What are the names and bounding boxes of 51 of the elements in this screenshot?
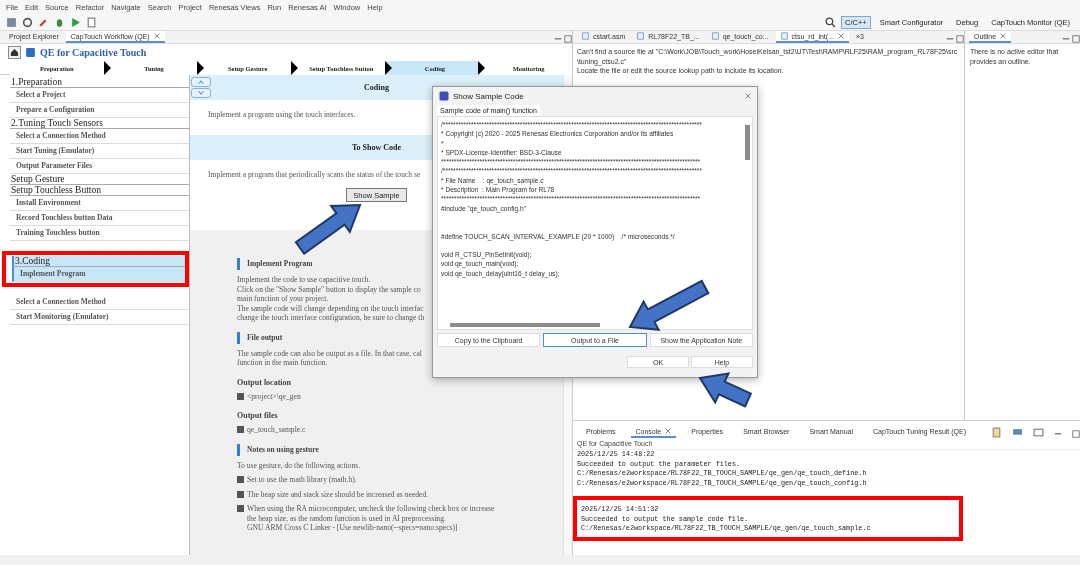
chevron-up-icon [197,79,205,85]
touch-app-icon [25,47,36,58]
sidebar-section[interactable]: 1.Preparation [10,77,189,88]
app-icon [439,91,449,101]
close-icon [1000,33,1007,39]
close-button[interactable] [745,93,751,99]
section-title: To Show Code [351,143,401,152]
down-button[interactable] [191,88,211,98]
chevron-icon [478,61,486,75]
chevron-icon [384,61,392,75]
panel-title: QE for Capacitive Touch [40,47,147,58]
bullet-icon [237,505,244,512]
close-icon [745,93,751,99]
bullet-icon [237,426,244,433]
sidebar-section[interactable]: 2.Tuning Touch Sensors [10,118,189,129]
chevron-icon [197,61,205,75]
sidebar-section[interactable]: 3.Coding [12,256,185,267]
arrow-drawing [698,372,753,408]
search-icon[interactable] [825,16,837,28]
chevron-icon [290,61,298,75]
section-title: Coding [364,83,389,92]
subheading: Output files [237,411,279,420]
document-icon[interactable] [86,16,97,28]
grid-icon[interactable] [6,16,17,28]
file-icon [581,32,589,40]
maximize-icon [1072,35,1080,43]
maximize-icon [1072,430,1080,438]
maximize-icon [955,35,964,43]
subheading: Output location [237,377,292,387]
sidebar-section[interactable]: Setup Touchless Button [10,185,189,196]
clipboard-icon[interactable] [991,427,1002,438]
bullet-icon [237,490,244,498]
sidebar-section[interactable]: Setup Gesture [10,174,189,185]
maximize-icon [563,35,572,43]
dialog-title: Show Sample Code [453,91,524,101]
window-icon[interactable] [1033,427,1044,438]
chevron-down-icon [197,90,205,96]
up-button[interactable] [191,77,211,87]
close-icon [838,33,844,39]
arrow-drawing [294,203,362,256]
chevron-icon [103,61,111,75]
close-icon [665,428,672,434]
file-icon [637,32,645,40]
bullet-icon [237,392,244,400]
bullet-icon [237,476,244,483]
home-button[interactable] [8,46,21,59]
close-icon [153,33,160,39]
scrollbar[interactable] [450,323,600,327]
play-icon[interactable] [70,16,81,28]
file-icon [780,32,788,40]
file-icon [711,32,719,40]
